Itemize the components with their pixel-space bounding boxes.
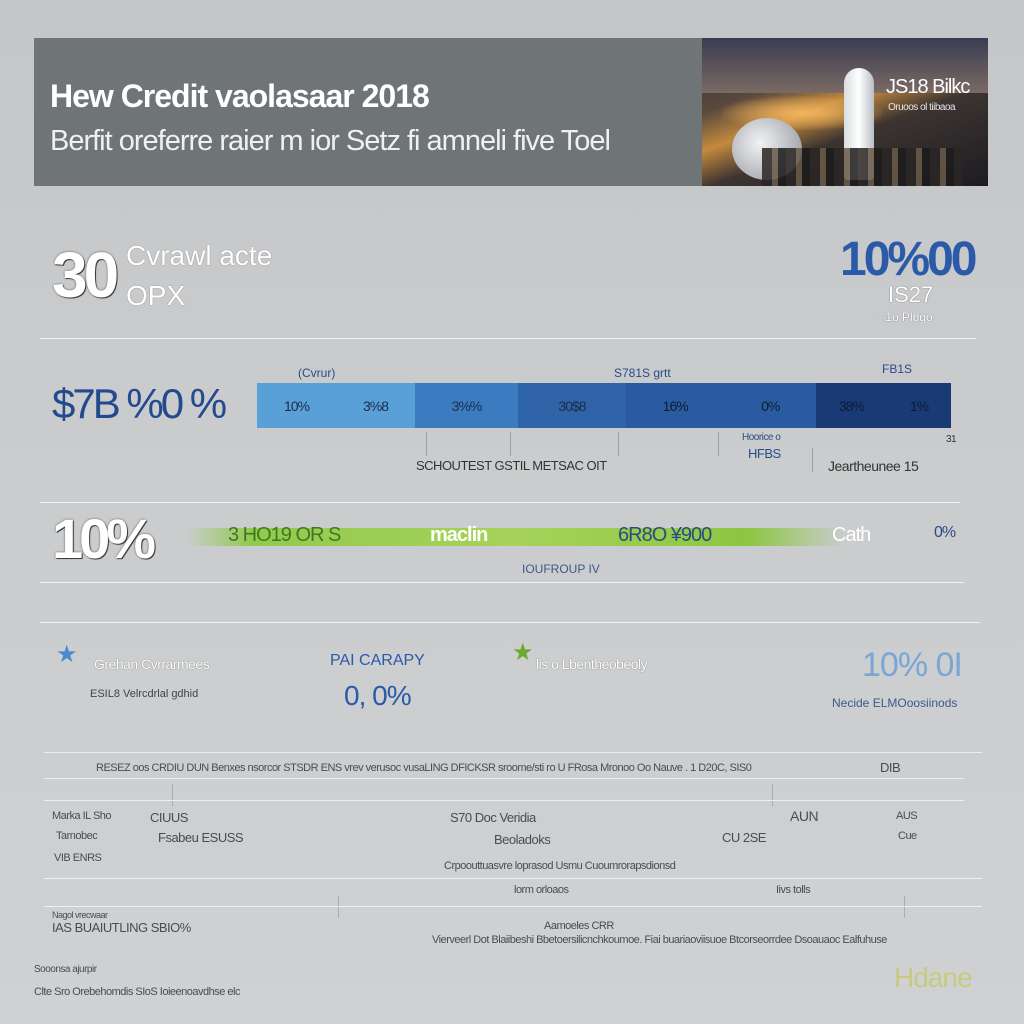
segment-header-3: FB1S [882, 362, 913, 376]
divider [40, 502, 960, 503]
legend-item-4-value: 10% 0I [862, 646, 963, 684]
photo-machinery [762, 148, 962, 186]
bar-tick [618, 432, 619, 456]
bar-segment-label: 3%8 [362, 397, 389, 414]
footer-line-1: Sooonsa ajurpir [34, 964, 97, 975]
segment-note-right: Jeartheunee 15 [828, 458, 919, 474]
table-sub-label: Nagol vrecwaar [52, 910, 108, 920]
table-cell: Crpoouttuasvre loprasod Usmu Cuoumroraps… [444, 860, 676, 872]
stat-label-line2: OPX [126, 280, 186, 311]
table-cell: Cue [898, 830, 917, 842]
bar-segment-label: 3%% [451, 397, 483, 414]
bar-segment: 3%% [415, 383, 518, 428]
bar-tick [812, 448, 813, 472]
table-total-left: IAS BUAIUTLING SBIO% [52, 920, 191, 935]
table-cell: AUN [790, 808, 819, 824]
segment-header-1: (Cvrur) [298, 366, 336, 380]
segment-note-far-right: 31 [946, 434, 957, 445]
table-rule [44, 778, 964, 779]
green-item-4: Cath [832, 524, 871, 546]
legend-item-4-sub: Necide ELMOoosiinods [832, 696, 958, 710]
header-photo: JS18 Bilkc Oruoos ol tiibaoa [702, 38, 988, 186]
segment-note-left: SCHOUTEST GSTIL METSAC OIT [416, 458, 607, 473]
legend-item-2-value: 0, 0% [344, 680, 412, 711]
banner-text-block: Hew Credit vaolasaar 2018 Berfit oreferr… [34, 38, 702, 186]
bar-segment: 30$8 [518, 383, 626, 428]
table-cell: AUS [896, 810, 918, 822]
stat-right-value: 10%00 [840, 233, 977, 286]
photo-caption: JS18 Bilkc [886, 76, 970, 98]
stat-right-small: - 1o Plbgo [878, 310, 933, 324]
table-cell: Fsabeu ESUSS [158, 830, 244, 845]
table-total-center: Aamoeles CRR [544, 920, 614, 932]
legend-item-2-title: PAI CARAPY [330, 652, 425, 669]
divider [40, 622, 980, 623]
stat-label-line1: Cvrawl acte [126, 240, 273, 271]
legend-item-1-sub: ESIL8 Velrcdrlal gdhid [90, 688, 199, 700]
table-tick [772, 784, 773, 806]
divider [40, 582, 964, 583]
big-stat-value: 30 [52, 239, 119, 311]
table-rule [44, 878, 982, 879]
segmented-bar: 10% 3%8 3%% 30$8 16% 0% 38% 1% [257, 383, 951, 428]
star-icon: ★ [56, 641, 78, 668]
page-title: Hew Credit vaolasaar 2018 [50, 78, 430, 114]
green-item-1: 3 HO19 OR S [228, 524, 341, 546]
legend-item-3: lis o Lbentheobeoly [536, 656, 648, 672]
stat-right-sub: IS27 [888, 282, 934, 307]
bar-segment: 38% 1% [816, 383, 951, 428]
green-item-5: 0% [934, 524, 956, 541]
bar-segment-label: 10% [283, 397, 310, 414]
photo-subcaption: Oruoos ol tiibaoa [888, 102, 956, 113]
table-cell: S70 Doc Veridia [450, 810, 536, 825]
table-total-right: Vierveerl Dot Blaiibeshi Bbetoersilicnch… [432, 934, 887, 946]
green-item-3: 6R8O ¥900 [618, 524, 712, 546]
bar-tick [510, 432, 511, 456]
table-cell: Marka IL Sho [52, 810, 112, 822]
segment-header-2: S781S grtt [614, 366, 671, 380]
segment-note-mid-top: Hoorice o [742, 432, 781, 443]
green-caption: IOUFROUP IV [522, 562, 600, 576]
table-cell: CU 2SE [722, 830, 766, 845]
bar-segment-label: 38% [838, 397, 865, 414]
table-cell: VIB ENRS [54, 852, 102, 864]
bar-segment-label: 16% [662, 397, 689, 414]
star-icon: ★ [512, 639, 534, 666]
table-header-right: DIB [880, 760, 901, 775]
bar-tick [426, 432, 427, 456]
bar-tick [718, 432, 719, 456]
bar-segment-label: 30$8 [558, 397, 586, 414]
segment-note-mid: HFBS [748, 446, 781, 461]
legend-item-1: Grehan Cvrrarmees [94, 656, 210, 672]
bar-segment: 16% 0% [626, 383, 816, 428]
footer-logo: Hdane [894, 962, 973, 993]
bar-segment-label: 1% [909, 397, 929, 414]
table-cell: Iivs tolls [776, 884, 811, 896]
table-tick [904, 896, 905, 918]
table-cell: Tarnobec [56, 830, 98, 842]
table-tick [172, 784, 173, 806]
table-cell: lorm orloaos [514, 884, 569, 896]
bar-lead-value: $7B %0 % [52, 380, 227, 427]
table-rule [44, 906, 982, 907]
table-tick [338, 896, 339, 918]
bar-segment-label: 0% [761, 397, 780, 414]
table-cell: Beoladoks [494, 832, 551, 847]
table-cell: CIUUS [150, 810, 188, 825]
footer-line-2: Clte Sro Orebehomdis SIoS Ioieenoavdhse … [34, 986, 240, 998]
table-rule [44, 800, 964, 801]
table-header: RESEZ oos CRDIU DUN Benxes nsorcor STSDR… [96, 762, 752, 774]
header-banner: Hew Credit vaolasaar 2018 Berfit oreferr… [34, 38, 988, 186]
big-percentage: 10% [52, 507, 156, 570]
table-rule [44, 752, 982, 753]
page-subtitle: Berfit oreferre raier m ior Setz fi amne… [50, 125, 611, 157]
green-item-2: maclin [430, 524, 488, 546]
bar-segment: 10% 3%8 [257, 383, 415, 428]
divider [40, 338, 976, 339]
